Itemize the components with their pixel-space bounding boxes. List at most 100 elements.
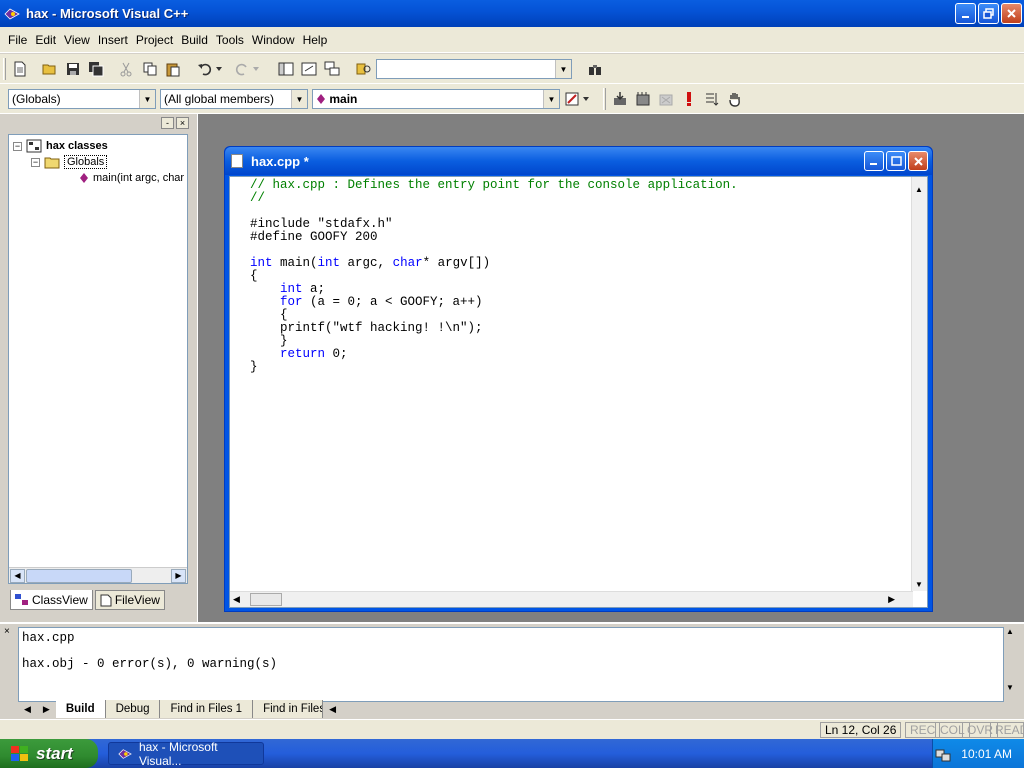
- editor-vscrollbar[interactable]: ▲ ▼: [911, 177, 927, 591]
- tab-classview[interactable]: ClassView: [10, 590, 93, 610]
- taskbar-app-button[interactable]: hax - Microsoft Visual...: [108, 740, 264, 768]
- compile-button[interactable]: [610, 89, 630, 109]
- toolbar-grip[interactable]: [3, 58, 6, 80]
- clock[interactable]: 10:01 AM: [961, 747, 1012, 761]
- menu-insert[interactable]: Insert: [94, 33, 132, 47]
- wizard-action-dropdown[interactable]: [580, 89, 592, 109]
- standard-toolbar: ▼: [0, 54, 1024, 84]
- window-list-button[interactable]: [322, 59, 342, 79]
- tab-find-in-files-2[interactable]: Find in Files 2: [253, 700, 324, 718]
- toolbar-grip[interactable]: [603, 88, 606, 110]
- class-combo[interactable]: (Globals) ▼: [8, 89, 156, 109]
- scroll-thumb[interactable]: [26, 569, 132, 583]
- menu-window[interactable]: Window: [248, 33, 299, 47]
- output-window-icon: [301, 62, 317, 76]
- undo-dropdown[interactable]: [213, 59, 225, 79]
- scroll-left-icon[interactable]: ◀: [233, 594, 240, 605]
- redo-dropdown[interactable]: [250, 59, 262, 79]
- class-combo-arrow[interactable]: ▼: [139, 90, 155, 108]
- find-combo[interactable]: ▼: [376, 59, 572, 79]
- code-line[interactable]: // hax.cpp : Defines the entry point for…: [250, 179, 738, 192]
- minimize-icon: [961, 15, 969, 18]
- find-button[interactable]: [585, 59, 605, 79]
- tab-find-in-files-1[interactable]: Find in Files 1: [160, 700, 254, 718]
- scissors-icon: [120, 62, 132, 77]
- output-text[interactable]: hax.cpp hax.obj - 0 error(s), 0 warning(…: [18, 627, 1004, 702]
- build-button[interactable]: [633, 89, 653, 109]
- pane-hide-button[interactable]: -: [161, 117, 174, 129]
- editor-hscrollbar[interactable]: ◀ ▶: [230, 591, 913, 607]
- close-button[interactable]: [1001, 3, 1022, 24]
- output-vscrollbar[interactable]: ▲ ▼: [1006, 627, 1020, 702]
- scroll-down-icon[interactable]: ▼: [915, 580, 923, 589]
- scroll-left-button[interactable]: ◀: [10, 569, 25, 583]
- find-combo-arrow[interactable]: ▼: [555, 60, 571, 78]
- tab-fileview[interactable]: FileView: [94, 590, 165, 610]
- restore-button[interactable]: [978, 3, 999, 24]
- paste-button[interactable]: [163, 59, 183, 79]
- tree-node-globals[interactable]: − Globals: [31, 155, 108, 169]
- collapse-icon[interactable]: −: [31, 157, 40, 167]
- go-button[interactable]: [702, 89, 722, 109]
- tab-debug[interactable]: Debug: [105, 700, 161, 718]
- tree-hscrollbar[interactable]: ◀ ▶: [9, 567, 187, 583]
- scroll-up-icon[interactable]: ▲: [915, 185, 923, 194]
- editor-minimize-button[interactable]: [864, 151, 884, 171]
- code-line[interactable]: return 0;: [250, 348, 738, 361]
- code-line[interactable]: printf("wtf hacking! !\n");: [250, 322, 738, 335]
- tab-scroll-right[interactable]: ▶: [37, 704, 56, 715]
- function-combo-arrow[interactable]: ▼: [543, 90, 559, 108]
- tree-node-main[interactable]: main(int argc, char: [79, 172, 184, 184]
- open-button[interactable]: [40, 59, 60, 79]
- output-close-button[interactable]: ×: [4, 626, 10, 637]
- start-button[interactable]: start: [0, 739, 98, 768]
- tree-node-root[interactable]: − hax classes: [13, 139, 108, 153]
- new-text-file-button[interactable]: [10, 59, 30, 79]
- tab-scroll-button[interactable]: ◀: [323, 704, 342, 715]
- execute-button[interactable]: [679, 89, 699, 109]
- tab-build[interactable]: Build: [55, 700, 106, 718]
- scroll-right-button[interactable]: ▶: [171, 569, 186, 583]
- menu-edit[interactable]: Edit: [31, 33, 60, 47]
- stop-build-button[interactable]: [656, 89, 676, 109]
- scroll-down-icon[interactable]: ▼: [1006, 683, 1014, 692]
- menu-file[interactable]: File: [4, 33, 31, 47]
- editor-maximize-button[interactable]: [886, 151, 906, 171]
- hscroll-thumb[interactable]: [250, 593, 282, 606]
- members-combo[interactable]: (All global members) ▼: [160, 89, 308, 109]
- undo-button[interactable]: [195, 59, 215, 79]
- copy-button[interactable]: [140, 59, 160, 79]
- pane-close-button[interactable]: ×: [176, 117, 189, 129]
- menu-build[interactable]: Build: [177, 33, 212, 47]
- breakpoint-button[interactable]: [725, 89, 745, 109]
- scroll-up-icon[interactable]: ▲: [1006, 627, 1020, 636]
- wizard-action-button[interactable]: [562, 89, 582, 109]
- tab-scroll-left[interactable]: ◀: [18, 704, 37, 715]
- members-combo-arrow[interactable]: ▼: [291, 90, 307, 108]
- save-button[interactable]: [63, 59, 83, 79]
- function-combo[interactable]: main ▼: [312, 89, 560, 109]
- code-line[interactable]: //: [250, 192, 738, 205]
- menu-help[interactable]: Help: [299, 33, 332, 47]
- output-window-button[interactable]: [299, 59, 319, 79]
- code-line[interactable]: }: [250, 361, 738, 374]
- scroll-right-icon[interactable]: ▶: [888, 594, 895, 605]
- code-line[interactable]: for (a = 0; a < GOOFY; a++): [250, 296, 738, 309]
- find-in-files-button[interactable]: [354, 59, 374, 79]
- editor-close-button[interactable]: [908, 151, 928, 171]
- code-text[interactable]: // hax.cpp : Defines the entry point for…: [250, 179, 738, 374]
- minimize-button[interactable]: [955, 3, 976, 24]
- redo-button[interactable]: [232, 59, 252, 79]
- menu-tools[interactable]: Tools: [212, 33, 248, 47]
- code-line[interactable]: #define GOOFY 200: [250, 231, 738, 244]
- menu-project[interactable]: Project: [132, 33, 177, 47]
- save-all-button[interactable]: [86, 59, 106, 79]
- workspace-button[interactable]: [276, 59, 296, 79]
- code-editor[interactable]: // hax.cpp : Defines the entry point for…: [229, 176, 928, 608]
- code-line[interactable]: int main(int argc, char* argv[]): [250, 257, 738, 270]
- editor-title-bar[interactable]: hax.cpp *: [225, 147, 932, 175]
- class-view-tree[interactable]: − hax classes − Globals main(int argc, c…: [8, 134, 188, 584]
- collapse-icon[interactable]: −: [13, 141, 22, 151]
- menu-view[interactable]: View: [60, 33, 94, 47]
- cut-button[interactable]: [116, 59, 136, 79]
